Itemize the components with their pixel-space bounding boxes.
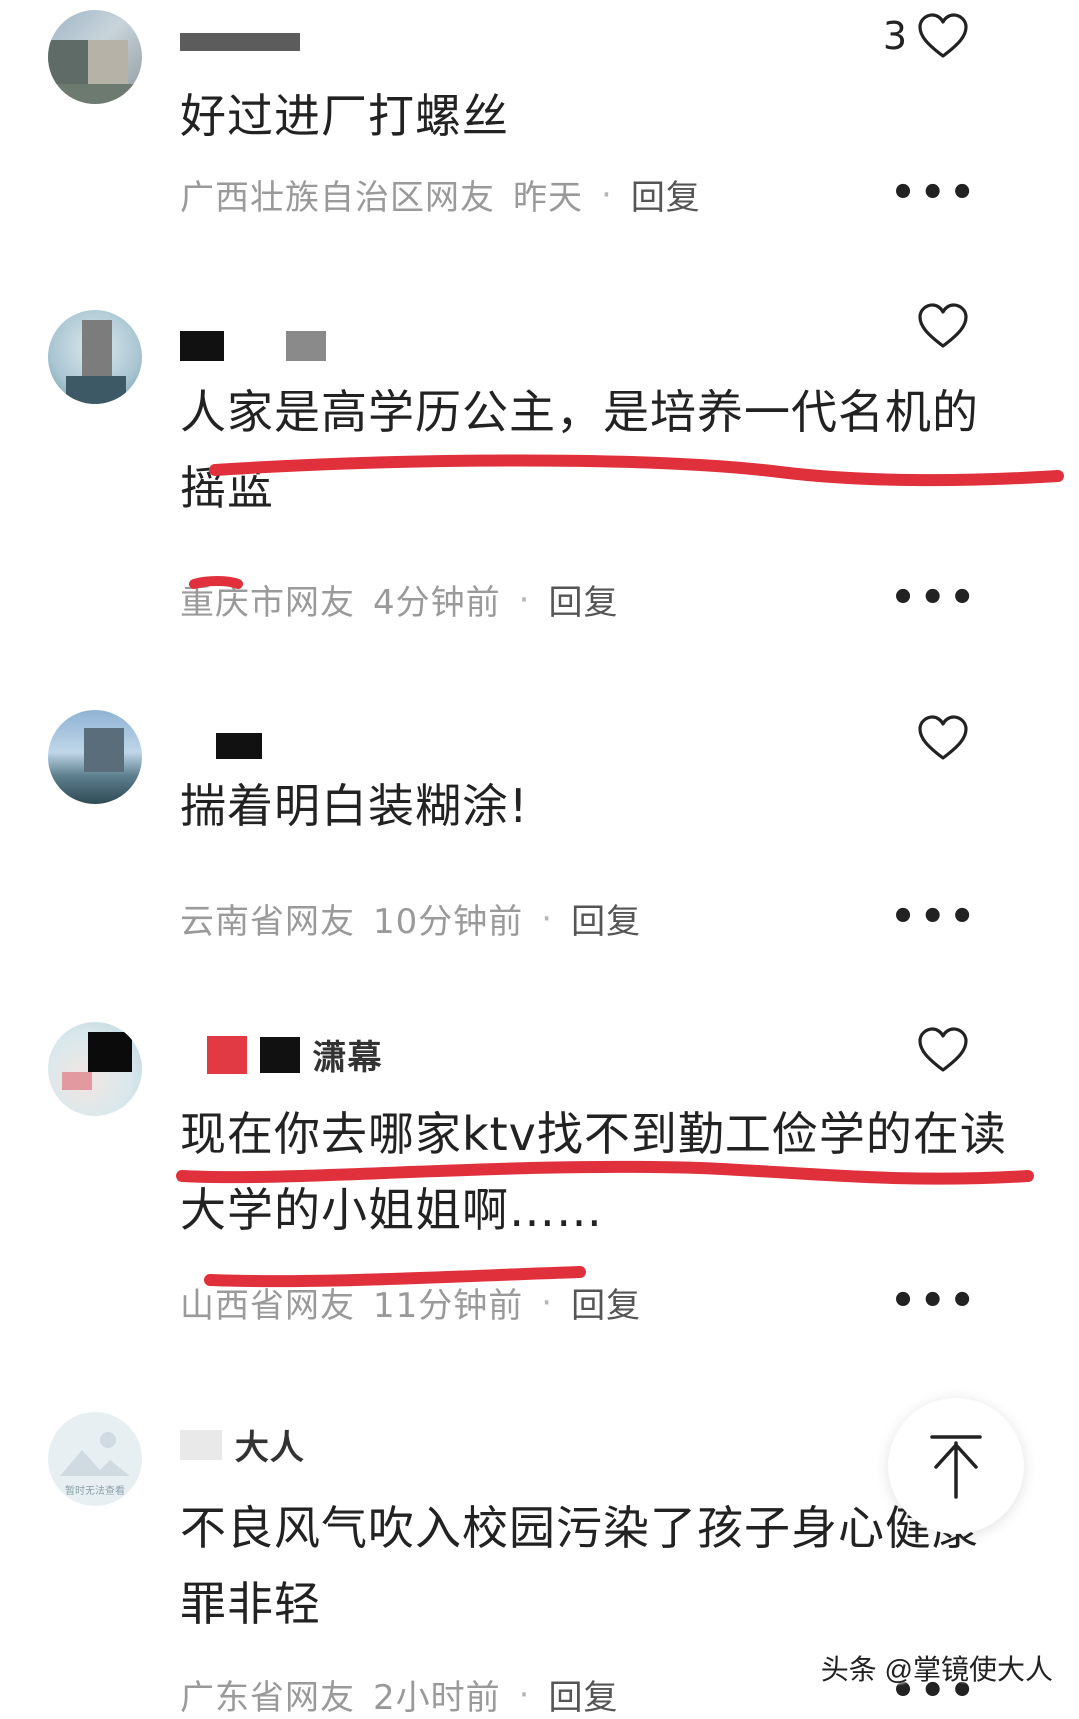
heart-outline-icon [918, 1027, 968, 1072]
avatar[interactable] [48, 1022, 142, 1116]
username-redacted[interactable] [180, 724, 262, 764]
separator-dot: · [518, 579, 531, 620]
comment-text: 揣着明白装糊涂! [180, 779, 529, 833]
avatar[interactable] [48, 310, 142, 404]
like-button[interactable]: 3 [883, 12, 969, 60]
comment-text: 人家是高学历公主，是培养一代名机的摇蓝 [180, 385, 979, 515]
avatar[interactable]: 暂时无法查看 [48, 1412, 142, 1506]
reply-button[interactable]: 回复 [631, 170, 701, 219]
more-dots-icon[interactable]: ••• [890, 170, 979, 216]
location: 广西壮族自治区网友 [180, 178, 495, 218]
username-redacted[interactable] [180, 20, 300, 60]
avatar-placeholder-text: 暂时无法查看 [65, 1486, 125, 1497]
reply-button[interactable]: 回复 [548, 1670, 618, 1719]
username-visible-part: 大人 [234, 1428, 305, 1468]
username-partial[interactable]: 潇幕 [180, 1030, 383, 1078]
arrow-up-icon [930, 1435, 982, 1499]
comment-meta: 云南省网友 10分钟前 · 回复 [180, 894, 641, 943]
username-redacted[interactable] [180, 324, 326, 364]
timestamp: 4分钟前 [373, 583, 501, 623]
username-visible-part: 潇幕 [312, 1038, 383, 1078]
comment-meta: 重庆市网友 4分钟前 · 回复 [180, 575, 618, 624]
timestamp: 11分钟前 [373, 1286, 524, 1326]
scroll-to-top-button[interactable] [888, 1398, 1024, 1534]
separator-dot: · [518, 1674, 531, 1715]
separator-dot: · [541, 1282, 554, 1323]
location: 重庆市网友 [180, 583, 355, 623]
like-button[interactable] [917, 1026, 969, 1074]
comment-text: 现在你去哪家ktv找不到勤工俭学的在读大学的小姐姐啊…… [180, 1107, 1007, 1237]
more-dots-icon[interactable]: ••• [890, 1278, 979, 1324]
comment-text: 不良风气吹入校园污染了孩子身心健康罪非轻 [180, 1501, 979, 1631]
avatar[interactable] [48, 710, 142, 804]
comment-text: 好过进厂打螺丝 [180, 89, 509, 143]
heart-outline-icon [918, 303, 968, 348]
location: 广东省网友 [180, 1678, 355, 1718]
separator-dot: · [601, 174, 613, 215]
heart-outline-icon [918, 715, 968, 760]
timestamp: 2小时前 [373, 1678, 501, 1718]
separator-dot: · [541, 898, 554, 939]
timestamp: 昨天 [513, 178, 583, 218]
comment-meta: 山西省网友 11分钟前 · 回复 [180, 1278, 641, 1327]
location: 云南省网友 [180, 902, 355, 942]
comment-meta: 广东省网友 2小时前 · 回复 [180, 1670, 618, 1719]
avatar[interactable] [48, 10, 142, 104]
like-count: 3 [882, 14, 907, 58]
username-partial[interactable]: 大人 [180, 1420, 305, 1468]
more-dots-icon[interactable]: ••• [890, 575, 979, 621]
like-button[interactable] [917, 302, 969, 350]
comment-meta: 广西壮族自治区网友 昨天 · 回复 [180, 170, 701, 219]
reply-button[interactable]: 回复 [548, 575, 618, 624]
more-dots-icon[interactable]: ••• [890, 894, 979, 940]
watermark: 头条 @掌镜使大人 [820, 1654, 1053, 1685]
like-button[interactable] [917, 714, 969, 762]
reply-button[interactable]: 回复 [571, 1278, 641, 1327]
heart-outline-icon [918, 13, 968, 58]
reply-button[interactable]: 回复 [571, 894, 641, 943]
timestamp: 10分钟前 [373, 902, 524, 942]
location: 山西省网友 [180, 1286, 355, 1326]
